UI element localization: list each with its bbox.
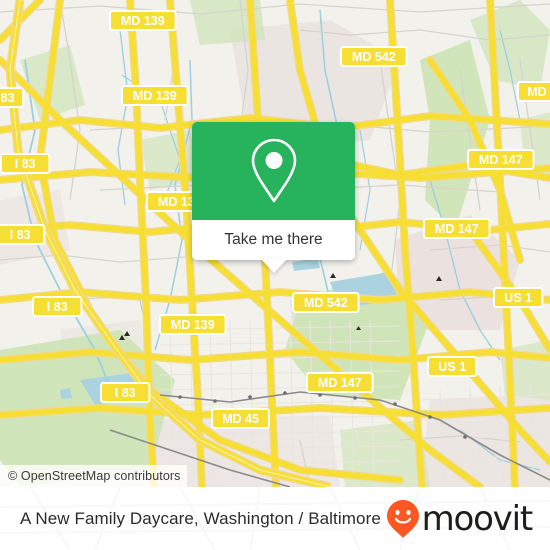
road-shield-label: MD 147	[318, 376, 362, 390]
road-shield: I 83	[0, 153, 51, 174]
road-shield: US 1	[493, 287, 544, 308]
road-shield: I 83	[0, 224, 46, 245]
road-shield-label: I 83	[15, 157, 36, 171]
road-shield-label: MD 542	[304, 296, 348, 310]
road-shield-label: MD 147	[435, 222, 479, 236]
road-shield-label: MD 542	[352, 50, 396, 64]
road-shield-label: MD 1	[527, 85, 550, 99]
road-shield-label: MD 139	[133, 89, 177, 103]
popup-tail-arrow	[260, 259, 287, 273]
road-shield-label: MD 139	[171, 318, 215, 332]
road-shield: MD 45	[211, 408, 270, 429]
footer-bar: A New Family Daycare, Washington / Balti…	[0, 487, 550, 550]
location-popup[interactable]: Take me there	[192, 122, 355, 273]
road-shield-label: US 1	[438, 360, 466, 374]
road-shield: I 83	[32, 296, 83, 317]
moovit-smiley-pin-icon	[386, 499, 419, 538]
road-shield: MD 139	[159, 314, 227, 335]
road-shield-label: US 1	[504, 291, 532, 305]
road-shield: MD 1	[517, 81, 550, 102]
road-shield-label: I 83	[47, 300, 68, 314]
road-shield: 83	[0, 87, 25, 108]
popup-pin-panel	[192, 122, 355, 220]
road-shield: MD 147	[467, 149, 535, 170]
map-screenshot: MD 139 MD 542 MD 139 MD 1 83 I 83 MD 147 MD 139…	[0, 0, 550, 550]
road-shield: MD 147	[423, 218, 491, 239]
road-shield: MD 147	[306, 372, 374, 393]
road-shield: MD 139	[109, 10, 177, 31]
map-pin-icon	[251, 138, 296, 203]
road-shield: US 1	[427, 356, 478, 377]
road-shield-label: I 83	[115, 386, 136, 400]
page-title: A New Family Daycare, Washington / Balti…	[20, 508, 381, 528]
moovit-brand[interactable]: moovit	[386, 498, 534, 539]
map-canvas[interactable]: MD 139 MD 542 MD 139 MD 1 83 I 83 MD 147 MD 139…	[0, 0, 550, 487]
road-shield: I 83	[100, 382, 151, 403]
road-shield: MD 542	[292, 292, 360, 313]
osm-attribution[interactable]: © OpenStreetMap contributors	[0, 465, 187, 487]
moovit-wordmark: moovit	[421, 498, 534, 539]
road-shield: MD 139	[121, 85, 189, 106]
road-shield: MD 542	[340, 46, 408, 67]
road-shield-label: MD 139	[121, 14, 165, 28]
road-shield-label: I 83	[10, 228, 31, 242]
take-me-there-button[interactable]: Take me there	[192, 220, 355, 260]
road-shield-label: MD 45	[222, 412, 259, 426]
road-shield-label: MD 147	[479, 153, 523, 167]
road-shield-label: 83	[1, 91, 15, 105]
